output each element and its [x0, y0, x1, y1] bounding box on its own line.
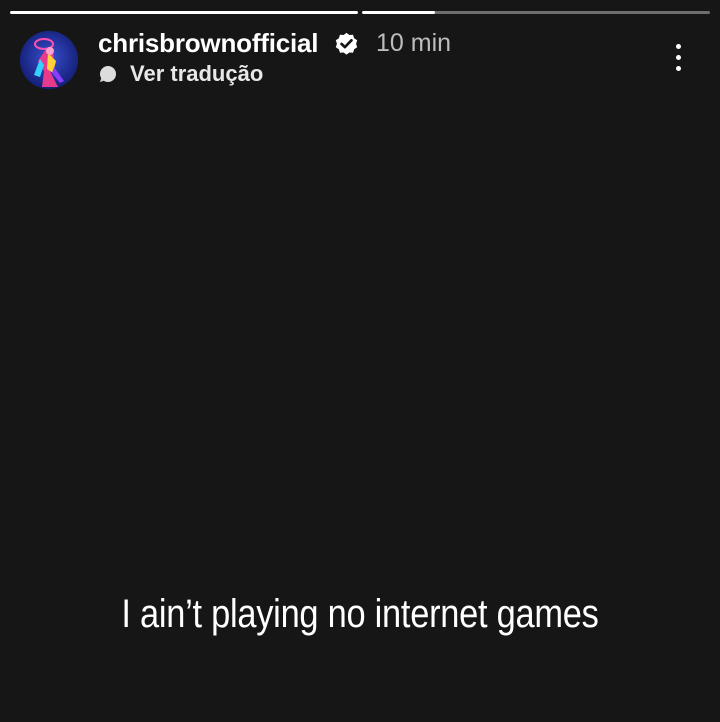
story-caption: I ain’t playing no internet games	[121, 592, 599, 636]
more-vertical-icon-dot	[675, 65, 681, 71]
avatar-image	[20, 31, 78, 89]
story-progress-fill-1	[10, 11, 358, 14]
more-vertical-icon-dot	[675, 54, 681, 60]
story-progress-fill-2	[362, 11, 436, 14]
speech-bubble-icon	[100, 65, 117, 82]
translate-button[interactable]: Ver tradução	[98, 60, 263, 88]
translate-label: Ver tradução	[130, 61, 264, 86]
story-progress-segment-2	[362, 11, 710, 14]
username[interactable]: chrisbrownofficial	[98, 27, 319, 59]
more-vertical-icon	[675, 43, 681, 49]
story-progress-segment-1	[10, 11, 358, 14]
avatar[interactable]	[20, 31, 78, 89]
post-timestamp: 10 min	[376, 29, 452, 57]
more-options-button[interactable]	[662, 36, 694, 78]
verified-badge-icon	[335, 32, 358, 55]
story-viewer[interactable]: chrisbrownofficial 10 min Ver tradução I…	[0, 0, 720, 722]
